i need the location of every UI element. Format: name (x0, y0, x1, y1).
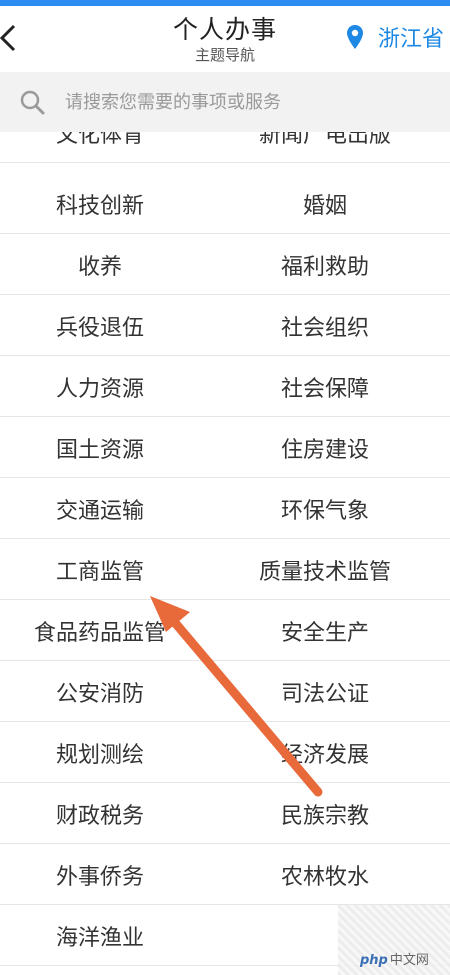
watermark-brand: php (360, 953, 388, 968)
category-grid: 文化体育 新闻广电出版 科技创新 婚姻 收养 福利救助 兵役退伍 社会组织 人力… (0, 132, 450, 975)
category-item[interactable]: 农林牧水 (200, 844, 450, 905)
category-item[interactable]: 公安消防 (0, 661, 200, 722)
category-item[interactable]: 婚姻 (200, 173, 450, 234)
category-item[interactable]: 经济发展 (200, 722, 450, 783)
header: 个人办事 主题导航 浙江省 (0, 6, 450, 70)
category-row: 财政税务 民族宗教 (0, 783, 450, 844)
category-row: 规划测绘 经济发展 (0, 722, 450, 783)
category-row: 公安消防 司法公证 (0, 661, 450, 722)
category-item[interactable]: 工商监管 (0, 539, 200, 600)
category-item[interactable]: 交通运输 (0, 478, 200, 539)
category-item[interactable]: 环保气象 (200, 478, 450, 539)
category-row: 人力资源 社会保障 (0, 356, 450, 417)
category-item[interactable]: 社会保障 (200, 356, 450, 417)
location-pin-icon (347, 25, 363, 49)
category-row: 收养 福利救助 (0, 234, 450, 295)
category-item[interactable]: 安全生产 (200, 600, 450, 661)
category-item[interactable]: 司法公证 (200, 661, 450, 722)
category-row: 兵役退伍 社会组织 (0, 295, 450, 356)
category-item[interactable]: 人力资源 (0, 356, 200, 417)
category-row: 工商监管 质量技术监管 (0, 539, 450, 600)
category-item[interactable]: 福利救助 (200, 234, 450, 295)
category-item[interactable]: 规划测绘 (0, 722, 200, 783)
category-row: 食品药品监管 安全生产 (0, 600, 450, 661)
category-row: 科技创新 婚姻 (0, 173, 450, 234)
category-item[interactable]: 住房建设 (200, 417, 450, 478)
category-item[interactable]: 海洋渔业 (0, 905, 200, 966)
category-item[interactable]: 科技创新 (0, 173, 200, 234)
category-item[interactable]: 收养 (0, 234, 200, 295)
search-icon[interactable] (19, 89, 45, 115)
category-item[interactable]: 质量技术监管 (200, 539, 450, 600)
search-input[interactable] (65, 91, 405, 113)
category-item[interactable]: 文化体育 (0, 132, 200, 163)
category-item[interactable]: 民族宗教 (200, 783, 450, 844)
watermark: php 中文网 (338, 905, 450, 975)
category-row: 交通运输 环保气象 (0, 478, 450, 539)
watermark-text: 中文网 (389, 953, 429, 968)
category-item[interactable]: 财政税务 (0, 783, 200, 844)
location-selector[interactable]: 浙江省 (346, 20, 444, 54)
search-bar (0, 72, 450, 132)
category-row: 外事侨务 农林牧水 (0, 844, 450, 905)
category-item[interactable]: 食品药品监管 (0, 600, 200, 661)
category-item[interactable]: 外事侨务 (0, 844, 200, 905)
category-item[interactable]: 新闻广电出版 (200, 132, 450, 163)
category-item[interactable]: 社会组织 (200, 295, 450, 356)
location-label: 浙江省 (378, 27, 445, 52)
category-item[interactable]: 国土资源 (0, 417, 200, 478)
category-item[interactable]: 兵役退伍 (0, 295, 200, 356)
category-row: 文化体育 新闻广电出版 (0, 132, 450, 163)
category-row: 国土资源 住房建设 (0, 417, 450, 478)
